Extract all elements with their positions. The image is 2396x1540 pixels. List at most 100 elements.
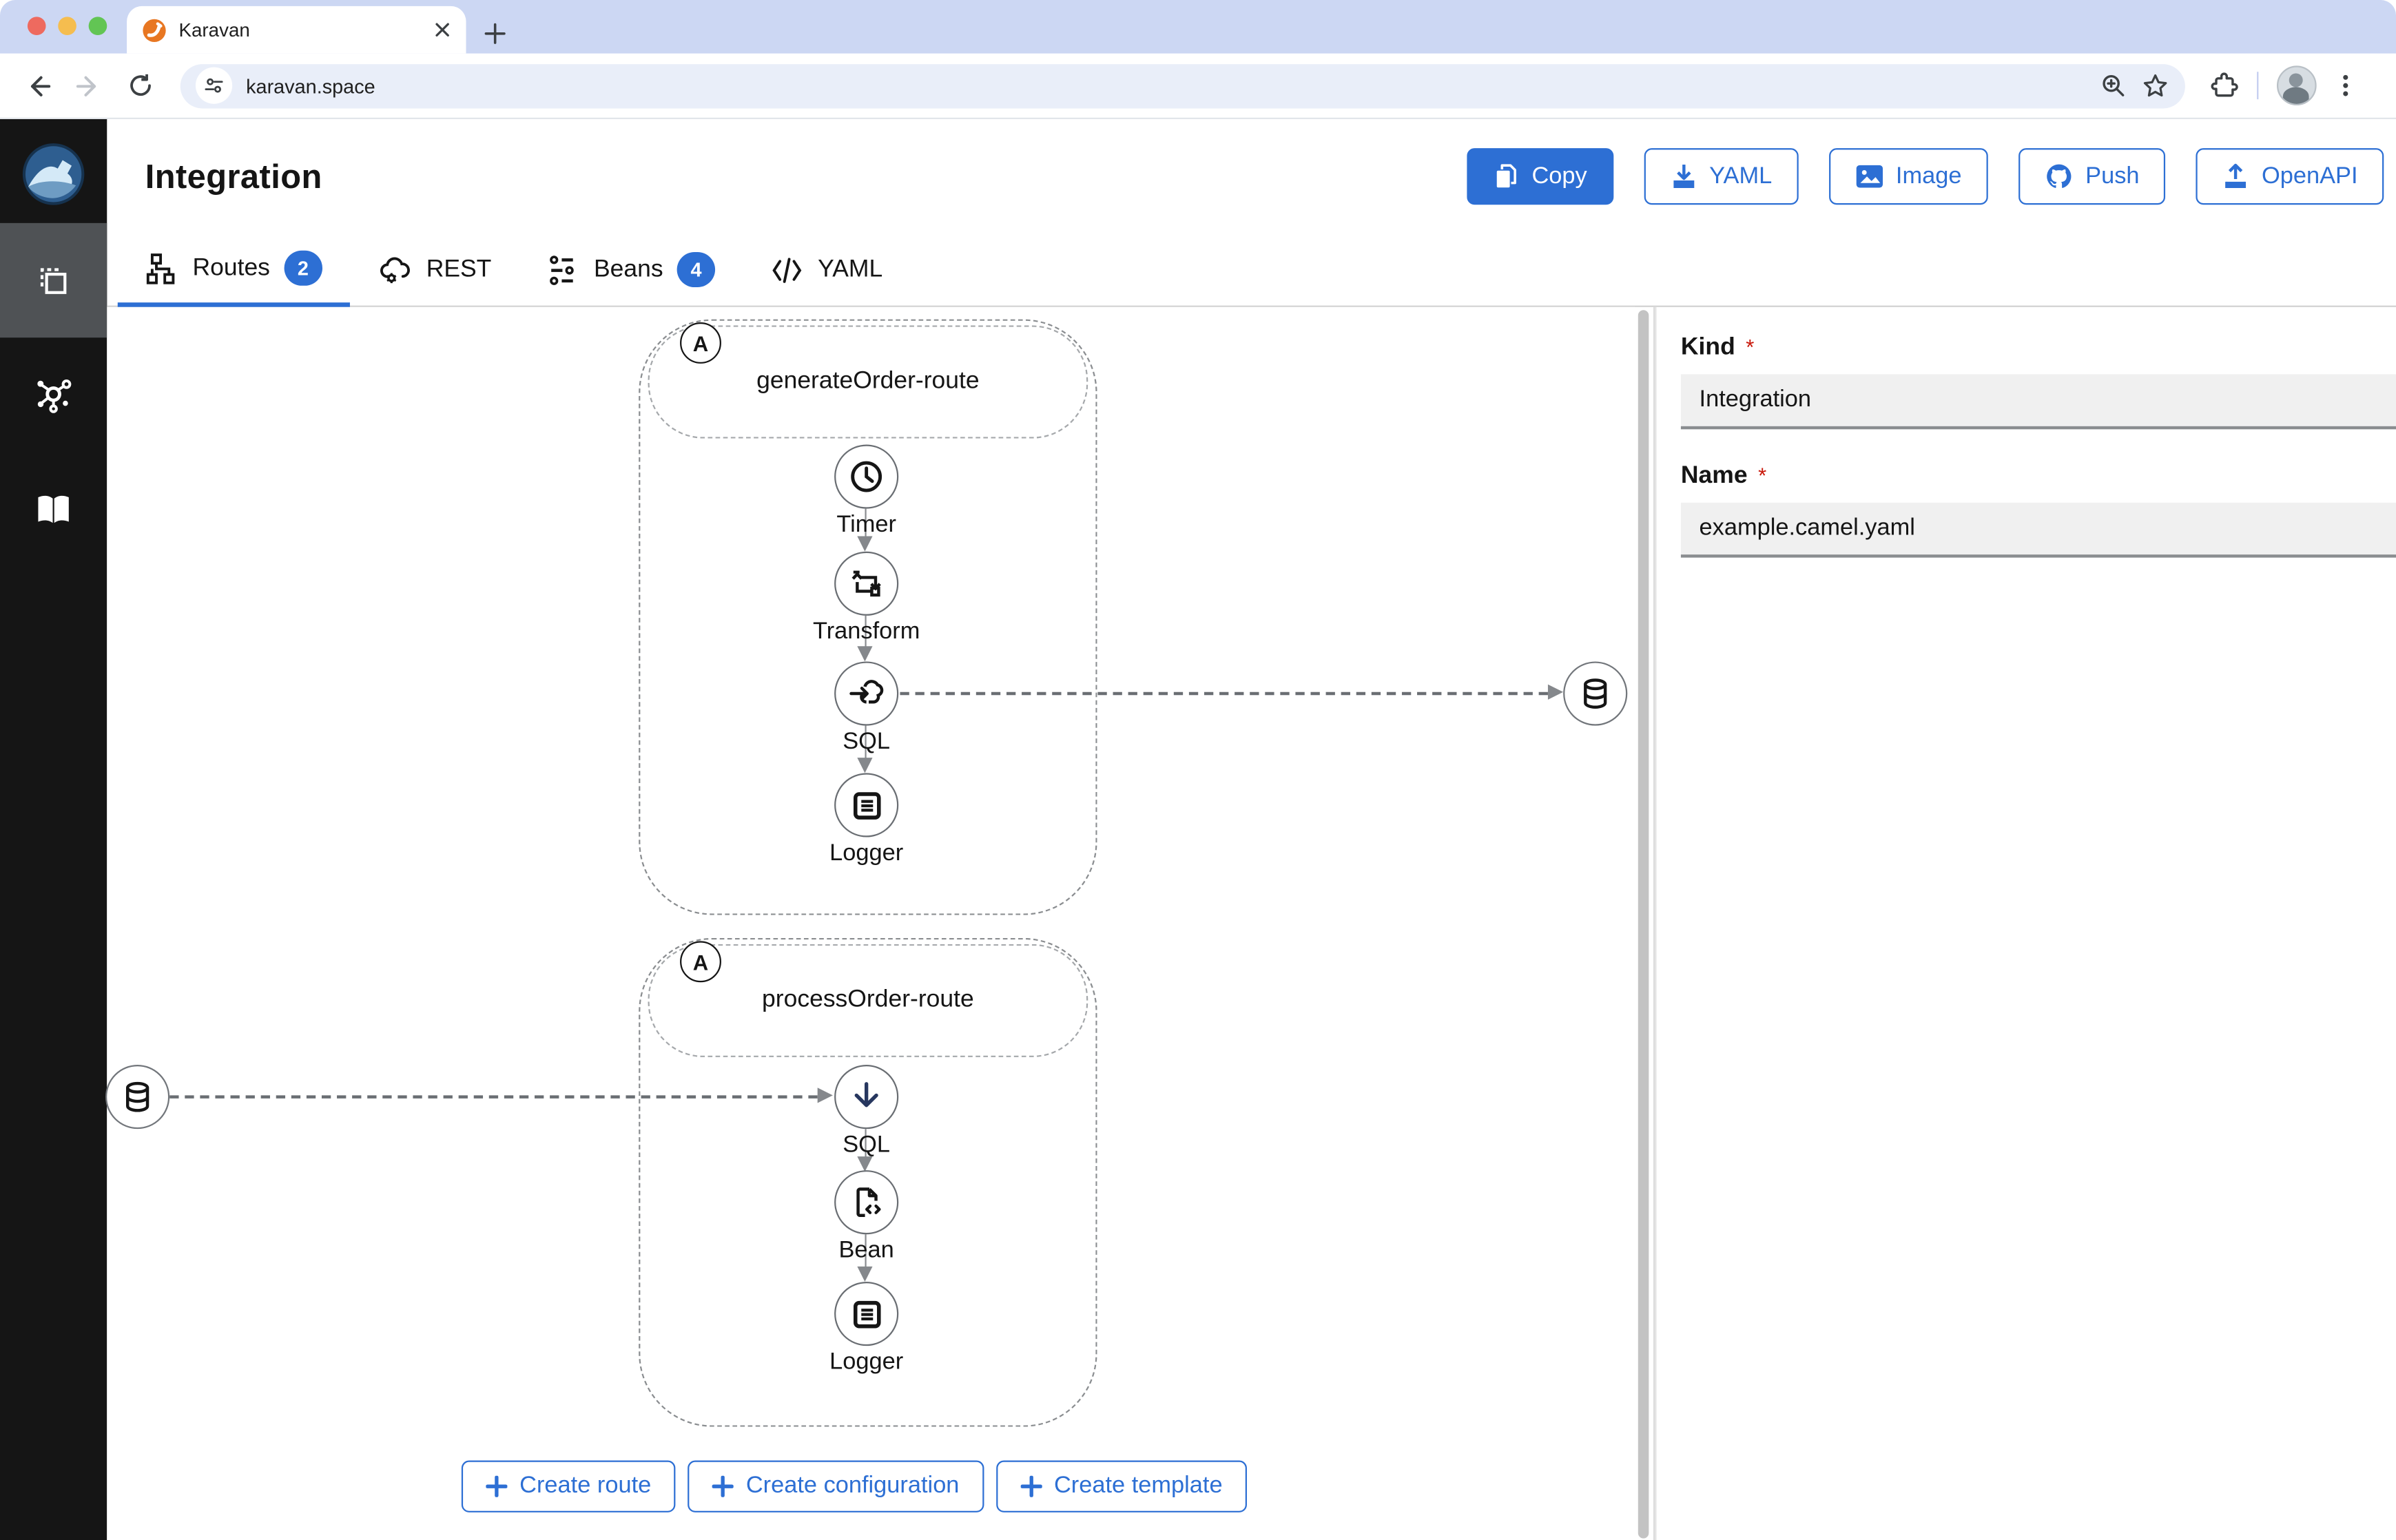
sidebar-item-docs[interactable] [0,452,107,567]
scrollbar-thumb[interactable] [1638,310,1649,1539]
tab-rest-label: REST [426,256,492,282]
tab-yaml[interactable]: YAML [743,233,910,305]
header-actions: Copy YAML Image Push OpenAPI [1467,148,2384,205]
push-button[interactable]: Push [2018,148,2166,205]
routes-icon [146,253,175,284]
copy-button-label: Copy [1531,163,1587,189]
route-autostart-badge[interactable]: A [680,322,721,364]
url-text[interactable]: karavan.space [246,74,2086,97]
canvas-scrollbar[interactable] [1635,306,1655,1540]
step-label: Logger [829,1349,904,1375]
image-icon [1855,165,1883,188]
back-icon[interactable] [15,64,58,107]
tab-title: Karavan [178,19,250,41]
browser-tab[interactable]: Karavan [127,6,466,54]
step-logger[interactable] [834,773,899,837]
beans-count-badge: 4 [677,251,716,288]
file-code-icon [856,1187,880,1218]
tab-routes[interactable]: Routes 2 [117,233,350,307]
beans-icon [549,255,573,284]
plus-icon [486,1475,508,1497]
profile-avatar[interactable] [2276,65,2317,106]
step-label: Bean [838,1237,894,1264]
rest-cloud-gear-icon [380,256,410,282]
step-sql-consumer[interactable] [834,1065,899,1130]
designer-tabs: Routes 2 REST Beans 4 YAML [107,233,2396,307]
tab-yaml-label: YAML [818,256,883,282]
star-icon[interactable] [2141,71,2170,100]
create-configuration-button[interactable]: Create configuration [688,1460,984,1512]
reload-icon[interactable] [119,64,162,107]
database-icon [125,1081,149,1112]
forward-icon[interactable] [68,64,110,107]
image-button-label: Image [1895,163,1962,189]
url-bar[interactable]: karavan.space [180,63,2185,108]
zoom-in-icon[interactable] [2100,72,2127,99]
github-icon [2046,164,2071,188]
karavan-favicon [143,18,166,41]
properties-panel: Kind * Name * [1655,306,2396,1540]
designer-content: A generateOrder-route Timer Transform SQ… [105,306,2396,1540]
copy-button[interactable]: Copy [1467,148,1613,205]
name-field-label: Name * [1681,463,2396,490]
download-icon [1673,164,1694,189]
tab-rest[interactable]: REST [350,233,519,305]
image-button[interactable]: Image [1828,148,1988,205]
extensions-puzzle-icon[interactable] [2209,71,2238,100]
kind-label-text: Kind [1680,334,1735,361]
database-endpoint-in[interactable] [105,1065,170,1130]
connector-arrow [857,1266,873,1282]
route-autostart-badge[interactable]: A [680,941,721,983]
route-canvas[interactable]: A generateOrder-route Timer Transform SQ… [105,306,1635,1540]
browser-window: Karavan karavan.space Integration Copy Y… [0,0,2396,1540]
tab-routes-label: Routes [192,254,270,281]
yaml-button[interactable]: YAML [1643,148,1798,205]
yaml-button-label: YAML [1709,163,1773,189]
openapi-button[interactable]: OpenAPI [2196,148,2384,205]
close-window-button[interactable] [27,17,46,36]
step-label: Timer [836,512,896,538]
link-arrowhead-right [1547,684,1564,700]
tab-close-icon[interactable] [434,21,451,38]
tab-beans[interactable]: Beans 4 [519,233,743,305]
new-tab-button[interactable] [484,23,506,44]
database-endpoint-out[interactable] [1563,661,1628,726]
send-to-cloud-icon [849,680,884,704]
plus-icon [1020,1475,1042,1497]
create-configuration-label: Create configuration [745,1473,960,1499]
step-sql-producer[interactable] [834,661,899,726]
plus-icon [712,1475,734,1497]
screenshot-stage: Karavan karavan.space Integration Copy Y… [0,0,2396,1540]
step-transform[interactable] [834,551,899,616]
create-route-label: Create route [519,1473,652,1499]
sidebar-item-projects[interactable] [0,222,107,338]
toolbar-right [2209,65,2356,106]
kebab-menu-icon[interactable] [2335,73,2356,97]
database-icon [1584,678,1607,709]
toolbar-separator [2257,72,2259,100]
page-header: Integration Copy YAML Image Push OpenAPI [107,119,2396,233]
step-bean[interactable] [834,1170,899,1235]
upload-icon [2225,163,2247,189]
minimize-window-button[interactable] [58,17,76,36]
transform-icon [851,570,881,597]
hub-topology-icon [37,378,72,413]
create-route-button[interactable]: Create route [461,1460,676,1512]
app-sidebar [0,119,107,1540]
karavan-app: Integration Copy YAML Image Push OpenAPI… [0,119,2396,1540]
step-label: SQL [843,1132,891,1158]
clock-icon [851,461,882,492]
openapi-button-label: OpenAPI [2262,163,2358,189]
sidebar-item-hub[interactable] [0,337,107,452]
create-template-button[interactable]: Create template [995,1460,1248,1512]
step-timer[interactable] [834,444,899,509]
maximize-window-button[interactable] [88,17,107,36]
tune-icon[interactable] [195,67,233,104]
step-logger[interactable] [834,1281,899,1346]
name-input[interactable] [1680,502,2396,558]
page-title: Integration [145,156,322,195]
tab-beans-label: Beans [593,256,663,282]
browser-toolbar: karavan.space [0,53,2396,120]
create-template-label: Create template [1053,1473,1223,1499]
kind-input[interactable] [1680,374,2396,430]
